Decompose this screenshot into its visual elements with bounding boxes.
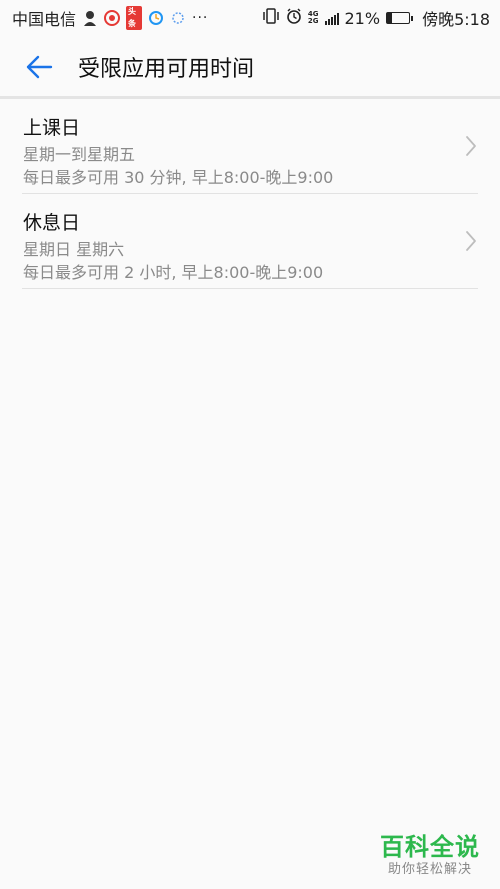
app-notification-icon [170, 10, 186, 26]
back-arrow-icon [26, 55, 53, 79]
more-notifications-indicator: ··· [192, 10, 209, 26]
watermark-slogan: 助你轻松解决 [387, 862, 472, 877]
battery-icon [386, 12, 414, 24]
watermark-brand: 百科全说 [380, 833, 480, 861]
battery-percent: 21% [344, 8, 381, 28]
user-notification-icon [82, 10, 98, 26]
weibo-notification-icon [104, 10, 121, 26]
item-days: 星期一到星期五 [23, 145, 136, 164]
network-type-label: 4G 2G [307, 10, 319, 25]
carrier-label: 中国电信 [12, 10, 77, 29]
item-limit: 每日最多可用 2 小时, 早上8:00-晚上9:00 [23, 263, 324, 282]
status-time: 傍晚5:18 [422, 10, 490, 29]
schedule-list: 上课日 星期一到星期五 每日最多可用 30 分钟, 早上8:00-晚上9:00 … [0, 99, 500, 289]
item-title: 休息日 [23, 212, 81, 234]
item-days: 星期日 星期六 [23, 240, 125, 259]
back-button[interactable] [20, 48, 58, 86]
alarm-icon [286, 8, 302, 28]
signal-strength-icon [324, 11, 339, 25]
status-right: 4G 2G 21% 傍晚5:18 [262, 6, 490, 30]
item-title: 上课日 [23, 117, 81, 139]
schedule-item-rest-day[interactable]: 休息日 星期日 星期六 每日最多可用 2 小时, 早上8:00-晚上9:00 [22, 194, 478, 289]
battery-level-fill [387, 13, 392, 23]
status-bar: 中国电信 头条 ··· 4G 2G 21% 傍晚5:18 [0, 0, 500, 36]
clock-notification-icon [148, 10, 164, 26]
chevron-right-icon [466, 231, 476, 251]
item-limit: 每日最多可用 30 分钟, 早上8:00-晚上9:00 [23, 168, 334, 187]
watermark-logo: 百科全说 助你轻松解决 [374, 833, 486, 879]
chevron-right-icon [466, 136, 476, 156]
page-title: 受限应用可用时间 [78, 57, 255, 82]
schedule-item-school-day[interactable]: 上课日 星期一到星期五 每日最多可用 30 分钟, 早上8:00-晚上9:00 [22, 99, 478, 194]
news-notification-icon: 头条 [126, 6, 143, 30]
vibrate-icon [262, 8, 280, 28]
status-left: 中国电信 头条 ··· [12, 6, 208, 30]
app-bar: 受限应用可用时间 [0, 36, 500, 98]
